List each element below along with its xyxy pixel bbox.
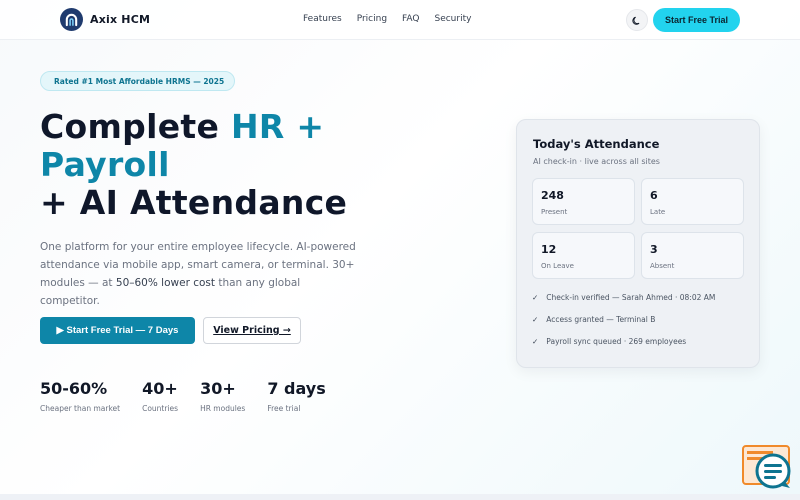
activity-log-item: ✓ Access granted — Terminal B — [532, 315, 655, 324]
stat-value: 7 days — [267, 379, 326, 398]
brand-name: Axix HCM — [90, 13, 151, 26]
attendance-card: Today's Attendance AI check-in · live ac… — [516, 119, 760, 368]
nav-link-pricing[interactable]: Pricing — [357, 14, 387, 24]
stat-value: 50-60% — [40, 379, 108, 398]
check-icon: ✓ — [532, 293, 539, 302]
stat-item: 30+ HR modules — [200, 378, 245, 413]
section-divider — [0, 494, 800, 500]
stat-label: HR modules — [200, 404, 246, 413]
tile-label: Absent — [650, 262, 675, 270]
moon-icon — [632, 11, 642, 30]
headline-part-2: + AI Attendance — [40, 183, 348, 222]
stat-value: 30+ — [200, 379, 236, 398]
activity-log-item: ✓ Payroll sync queued · 269 employees — [532, 337, 686, 346]
tile-value: 248 — [541, 189, 564, 202]
badge-text: Rated #1 Most Affordable HRMS — 2025 — [54, 76, 225, 86]
chat-support-button[interactable] — [742, 445, 792, 489]
headline-part-1: Complete — [40, 107, 231, 146]
stat-item: 50-60% Cheaper than market — [40, 378, 120, 413]
attendance-tile-present: 248 Present — [532, 178, 635, 225]
hero-description: One platform for your entire employee li… — [40, 238, 360, 310]
start-trial-button[interactable]: ▶ Start Free Trial — 7 Days — [40, 317, 195, 344]
start-trial-nav-button[interactable]: Start Free Trial — [653, 8, 740, 32]
check-icon: ✓ — [532, 337, 539, 346]
top-navbar: Axix HCM Features Pricing FAQ Security S… — [0, 0, 800, 40]
nav-link-features[interactable]: Features — [303, 14, 342, 24]
lead-highlight: 50–60% lower cost — [115, 277, 216, 289]
log-text: Access granted — Terminal B — [546, 315, 656, 324]
attendance-subtitle: AI check-in · live across all sites — [533, 157, 660, 166]
attendance-tile-on-leave: 12 On Leave — [532, 232, 635, 279]
hero-headline: Complete HR + Payroll + AI Attendance — [40, 108, 480, 222]
tile-label: Late — [650, 208, 666, 216]
nav-link-security[interactable]: Security — [434, 14, 471, 24]
check-icon: ✓ — [532, 315, 539, 324]
activity-log-item: ✓ Check-in verified — Sarah Ahmed · 08:0… — [532, 293, 715, 302]
nav-link-faq[interactable]: FAQ — [402, 14, 419, 24]
theme-toggle-button[interactable] — [626, 9, 648, 31]
log-text: Check-in verified — Sarah Ahmed · 08:02 … — [546, 293, 716, 302]
tile-value: 12 — [541, 243, 557, 256]
tile-value: 6 — [650, 189, 658, 202]
rating-badge: Rated #1 Most Affordable HRMS — 2025 — [40, 71, 236, 91]
stat-item: 40+ Countries — [142, 378, 178, 413]
stat-label: Countries — [142, 404, 179, 413]
attendance-tile-late: 6 Late — [641, 178, 744, 225]
nav-links: Features Pricing FAQ Security — [303, 14, 471, 24]
tile-label: Present — [541, 208, 568, 216]
stat-label: Cheaper than market — [40, 404, 121, 413]
log-text: Payroll sync queued · 269 employees — [546, 337, 687, 346]
attendance-tile-absent: 3 Absent — [641, 232, 744, 279]
chat-support-icon — [742, 445, 792, 493]
tile-value: 3 — [650, 243, 658, 256]
stat-item: 7 days Free trial — [267, 378, 325, 413]
stat-label: Free trial — [267, 404, 301, 413]
arch-logo-icon — [60, 8, 83, 31]
tile-label: On Leave — [541, 262, 574, 270]
stat-value: 40+ — [142, 379, 178, 398]
brand[interactable]: Axix HCM — [60, 8, 150, 31]
attendance-title: Today's Attendance — [533, 137, 660, 151]
view-pricing-button[interactable]: View Pricing → — [203, 317, 301, 344]
stats-row: 50-60% Cheaper than market 40+ Countries… — [40, 378, 326, 413]
